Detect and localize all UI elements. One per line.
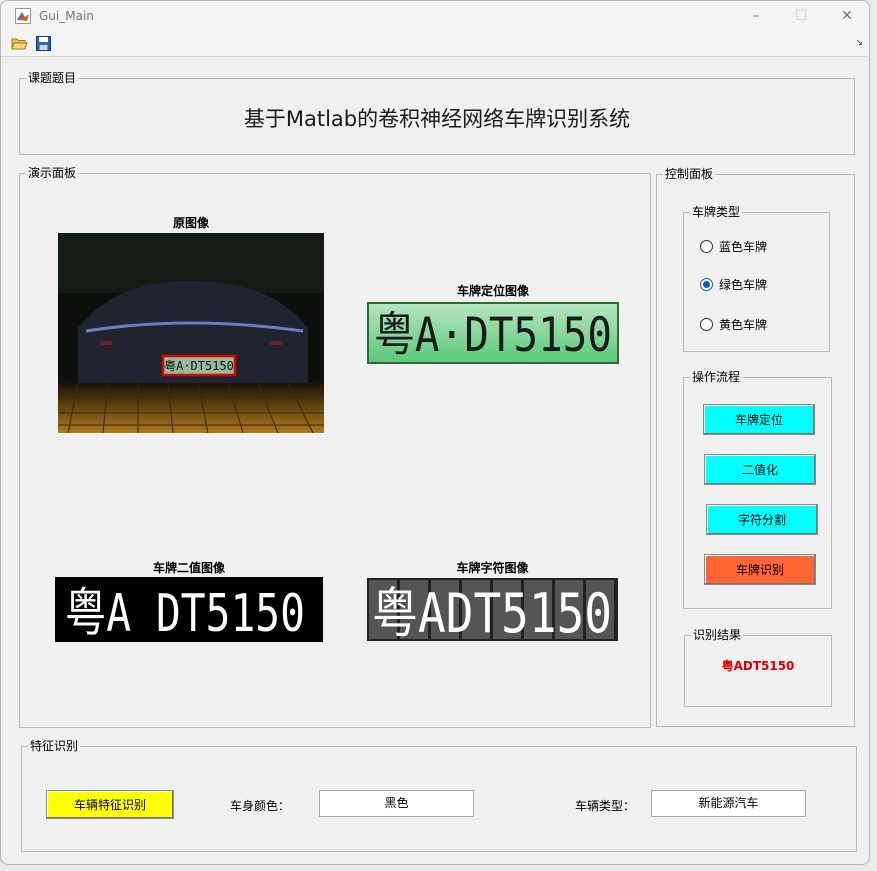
feature-group-title: 特征识别 xyxy=(28,739,81,754)
maximize-button[interactable]: ☐ xyxy=(786,5,816,27)
binarize-button[interactable]: 二值化 xyxy=(704,454,816,485)
radio-green-label: 绿色车牌 xyxy=(719,277,768,292)
located-plate-image: 粤A·DT5150 xyxy=(367,302,619,364)
topic-group: 课题题目 基于Matlab的卷积神经网络车牌识别系统 xyxy=(19,71,855,155)
folder-open-icon[interactable] xyxy=(11,35,28,52)
binary-plate-text: 粤A DT5150 xyxy=(65,584,305,642)
located-image-label: 车牌定位图像 xyxy=(456,284,529,298)
save-disk-icon[interactable] xyxy=(35,35,52,52)
toolbar-dock-arrow-icon[interactable]: ↘ xyxy=(855,38,863,48)
original-plate-text: 粤A·DT5150 xyxy=(164,358,234,373)
demo-panel-title: 演示面板 xyxy=(26,166,79,181)
result-value: 粤ADT5150 xyxy=(721,659,795,673)
plate-type-title: 车牌类型 xyxy=(690,205,743,220)
radio-yellow-label: 黄色车牌 xyxy=(719,317,768,332)
segment-chars-button[interactable]: 字符分割 xyxy=(706,504,818,535)
radio-blue-label: 蓝色车牌 xyxy=(719,239,768,254)
radio-yellow-plate[interactable]: 黄色车牌 xyxy=(700,316,767,332)
demo-panel: 演示面板 原图像 粤A·DT5150 车牌定位图像 粤A·DT5150 车牌二值… xyxy=(19,166,651,728)
page-title: 基于Matlab的卷积神经网络车牌识别系统 xyxy=(243,107,631,131)
toolbar: ↘ xyxy=(1,31,869,57)
result-title: 识别结果 xyxy=(691,628,744,643)
original-car-image: 粤A·DT5150 xyxy=(58,233,324,433)
radio-green-plate[interactable]: 绿色车牌 xyxy=(700,276,767,292)
radio-circle-selected[interactable] xyxy=(700,277,713,291)
main-window: Gui_Main – ☐ ✕ ↘ 课题题目 基于Matlab的卷积神经网络车牌识… xyxy=(0,0,870,865)
process-title: 操作流程 xyxy=(690,370,743,385)
chars-image-label: 车牌字符图像 xyxy=(456,561,529,575)
minimize-button[interactable]: – xyxy=(741,5,771,27)
radio-circle[interactable] xyxy=(700,239,713,253)
located-plate-text: 粤A·DT5150 xyxy=(374,308,612,363)
topic-group-title: 课题题目 xyxy=(26,71,79,86)
binary-image-label: 车牌二值图像 xyxy=(152,561,225,575)
radio-circle[interactable] xyxy=(700,317,713,331)
vehicle-type-label: 车辆类型： xyxy=(575,799,636,813)
window-title: Gui_Main xyxy=(39,9,94,23)
body-color-label: 车身颜色： xyxy=(230,799,291,813)
binary-plate-image: 粤A DT5150 xyxy=(55,577,323,642)
control-panel: 控制面板 车牌类型 蓝色车牌 绿色车牌 黄色车牌 操作流程 车牌定位 二值化 字… xyxy=(656,167,855,727)
locate-plate-button[interactable]: 车牌定位 xyxy=(703,404,815,435)
close-button[interactable]: ✕ xyxy=(832,5,862,27)
chars-plate-image: 粤ADT5150 xyxy=(367,578,618,641)
radio-blue-plate[interactable]: 蓝色车牌 xyxy=(700,238,767,254)
vehicle-feature-button[interactable]: 车辆特征识别 xyxy=(46,790,174,819)
title-bar: Gui_Main – ☐ ✕ xyxy=(1,1,869,31)
vehicle-type-field[interactable]: 新能源汽车 xyxy=(651,790,806,817)
matlab-icon xyxy=(15,8,31,24)
result-group: 识别结果 粤ADT5150 xyxy=(684,628,832,707)
control-panel-title: 控制面板 xyxy=(663,167,716,182)
body-color-field[interactable]: 黑色 xyxy=(319,790,474,817)
chars-plate-text: 粤ADT5150 xyxy=(372,582,612,641)
recognize-plate-button[interactable]: 车牌识别 xyxy=(704,554,816,585)
process-group: 操作流程 车牌定位 二值化 字符分割 车牌识别 xyxy=(683,370,832,609)
original-image-label: 原图像 xyxy=(172,216,209,230)
feature-group: 特征识别 车辆特征识别 车身颜色： 黑色 车辆类型： 新能源汽车 xyxy=(21,739,857,852)
plate-type-group: 车牌类型 蓝色车牌 绿色车牌 黄色车牌 xyxy=(683,205,830,352)
